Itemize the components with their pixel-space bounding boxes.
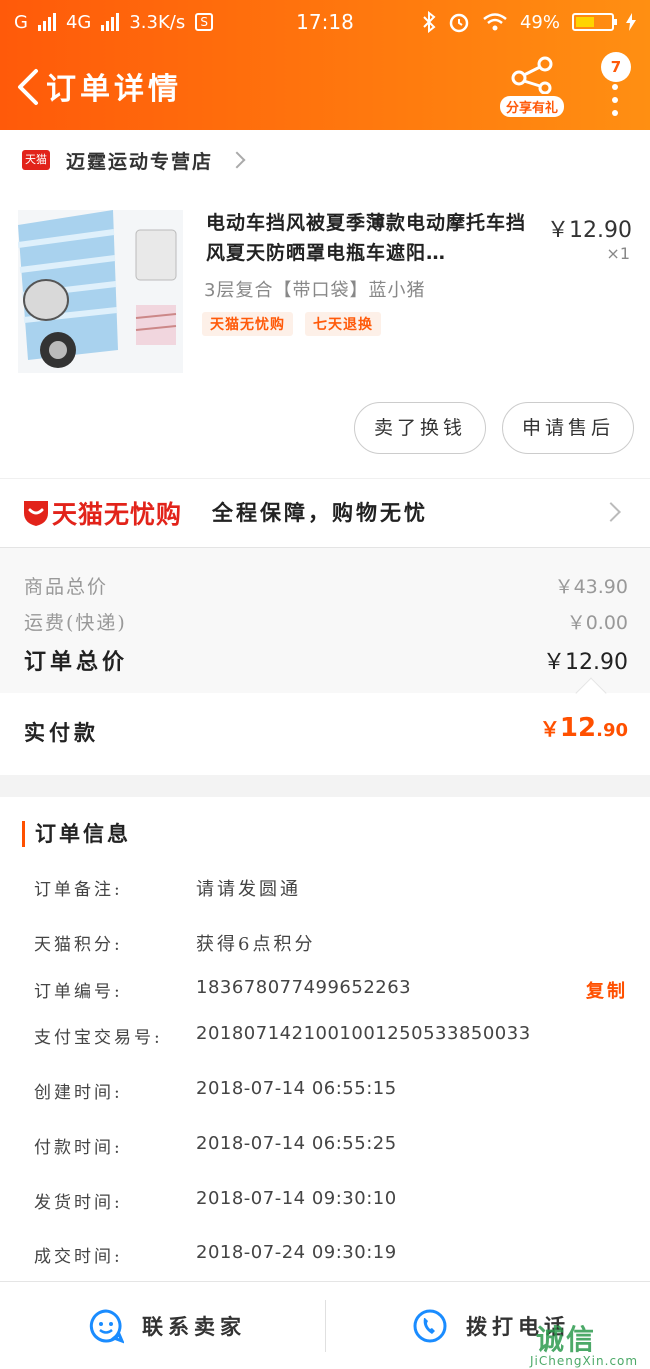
charging-icon (626, 13, 636, 31)
info-key: 创建时间: (34, 1083, 123, 1103)
info-value: 请请发圆通 (196, 879, 301, 900)
watermark-logo: 诚信 (536, 1323, 597, 1356)
order-info-section: 订单信息 订单备注: 请请发圆通 天猫积分: 获得6点积分 订单编号: 1836… (0, 797, 650, 1281)
info-row-alipay-number: 支付宝交易号: 2018071421001001250533850033 (34, 1023, 628, 1053)
info-value: 183678077499652263 (196, 977, 412, 998)
shop-name: 迈霆运动专营店 (66, 150, 214, 173)
info-key: 支付宝交易号: (34, 1028, 163, 1048)
copy-button[interactable]: 复制 (586, 977, 628, 1003)
chevron-right-icon (601, 502, 621, 522)
sell-for-cash-button[interactable]: 卖了换钱 (354, 402, 486, 454)
info-value: 2018-07-14 09:30:10 (196, 1188, 397, 1209)
info-value: 2018-07-24 09:30:19 (196, 1242, 397, 1263)
product-price: ￥12.90 (547, 218, 632, 243)
goods-total-row: 商品总价 ￥43.90 (24, 572, 628, 599)
wifi-icon (483, 13, 507, 31)
guarantee-row[interactable]: 天猫无忧购 全程保障，购物无忧 (0, 478, 650, 548)
info-row-shipped: 发货时间: 2018-07-14 09:30:10 (34, 1188, 628, 1218)
info-row-remark: 订单备注: 请请发圆通 (34, 875, 628, 905)
actual-paid-value: ￥12.90 (539, 713, 628, 743)
order-total-row: 订单总价 ￥12.90 (24, 644, 628, 676)
info-value: 2018071421001001250533850033 (196, 1023, 531, 1044)
bluetooth-icon (423, 11, 436, 33)
price-summary: 商品总价 ￥43.90 运费(快递) ￥0.00 订单总价 ￥12.90 (0, 548, 650, 693)
info-row-order-number: 订单编号: 183678077499652263 复制 (34, 977, 628, 1007)
info-key: 发货时间: (34, 1193, 123, 1213)
share-button[interactable]: 分享有礼 (500, 56, 564, 118)
info-key: 订单备注: (34, 880, 123, 900)
nav-bar: 订单详情 分享有礼 7 (0, 50, 650, 122)
info-key: 成交时间: (34, 1247, 123, 1267)
shipping-label: 运费(快递) (24, 612, 127, 634)
shipping-value: ￥0.00 (566, 612, 628, 634)
shipping-row: 运费(快递) ￥0.00 (24, 608, 628, 635)
contact-seller-button[interactable]: 联系卖家 (88, 1282, 246, 1369)
product-thumbnail-art (18, 210, 183, 373)
header: G 4G 3.3K/s S 17:18 49% 订单详情 分享有礼 7 (0, 0, 650, 130)
more-dots-icon (612, 84, 618, 123)
goods-total-value: ￥43.90 (554, 576, 628, 598)
tag-worry-free: 天猫无忧购 (202, 312, 293, 336)
info-key: 订单编号: (34, 982, 123, 1002)
signal-icon (37, 13, 56, 31)
message-badge: 7 (601, 52, 631, 82)
s-app-icon: S (195, 13, 214, 31)
alarm-icon (449, 13, 469, 33)
goods-total-label: 商品总价 (24, 576, 109, 598)
product-image[interactable] (18, 210, 183, 373)
product-section: 天猫 迈霆运动专营店 电动车挡风被夏季薄款电动摩托车挡风夏天防晒罩电瓶车遮阳… … (0, 130, 650, 478)
info-row-created: 创建时间: 2018-07-14 06:55:15 (34, 1078, 628, 1108)
product-quantity: ×1 (606, 244, 630, 263)
network-label: 4G (65, 11, 92, 33)
battery-icon (572, 13, 617, 31)
status-bar: G 4G 3.3K/s S 17:18 49% (14, 8, 636, 36)
product-title[interactable]: 电动车挡风被夏季薄款电动摩托车挡风夏天防晒罩电瓶车遮阳… (206, 208, 536, 268)
actual-paid-row: 实付款 ￥12.90 (0, 693, 650, 775)
chat-face-icon (89, 1309, 124, 1344)
info-row-completed: 成交时间: 2018-07-24 09:30:19 (34, 1242, 628, 1272)
info-value: 2018-07-14 06:55:25 (196, 1133, 397, 1154)
watermark-url: JiChengXin.com (530, 1354, 639, 1368)
info-row-paid: 付款时间: 2018-07-14 06:55:25 (34, 1133, 628, 1163)
chevron-right-icon (228, 151, 246, 169)
guarantee-text: 全程保障，购物无忧 (212, 501, 428, 525)
signal-icon-2 (101, 13, 120, 31)
order-info-title: 订单信息 (22, 821, 131, 847)
share-label: 分享有礼 (500, 96, 564, 117)
order-total-value: ￥12.90 (543, 650, 628, 675)
after-sales-button[interactable]: 申请售后 (502, 402, 634, 454)
order-detail-page: G 4G 3.3K/s S 17:18 49% 订单详情 分享有礼 7 天猫 迈… (0, 0, 650, 1369)
info-key: 天猫积分: (34, 935, 123, 955)
carrier-label: G (14, 11, 28, 33)
actual-paid-label: 实付款 (24, 720, 99, 745)
tmall-logo-icon: 天猫 (22, 150, 50, 170)
shop-row[interactable]: 天猫 迈霆运动专营店 (22, 146, 246, 174)
back-arrow-icon[interactable] (14, 67, 44, 107)
info-row-points: 天猫积分: 获得6点积分 (34, 930, 628, 960)
product-sku: 3层复合【带口袋】蓝小猪 (204, 280, 426, 301)
battery-percent: 49% (519, 11, 560, 33)
tmall-shield-icon (24, 501, 48, 526)
info-value: 获得6点积分 (196, 934, 316, 955)
guarantee-brand: 天猫无忧购 (52, 500, 183, 529)
contact-seller-label: 联系卖家 (142, 1314, 246, 1339)
info-key: 付款时间: (34, 1138, 123, 1158)
phone-icon (413, 1309, 447, 1343)
info-value: 2018-07-14 06:55:15 (196, 1078, 397, 1099)
order-total-label: 订单总价 (24, 649, 129, 675)
watermark: 诚信 JiChengXin.com (530, 1318, 650, 1369)
network-speed: 3.3K/s (129, 11, 186, 33)
share-icon (511, 56, 553, 95)
tag-seven-day-return: 七天退换 (305, 312, 381, 336)
page-title: 订单详情 (46, 72, 182, 107)
more-menu-button[interactable]: 7 (596, 50, 640, 120)
product-tags: 天猫无忧购 七天退换 (202, 312, 381, 336)
divider (325, 1300, 326, 1352)
